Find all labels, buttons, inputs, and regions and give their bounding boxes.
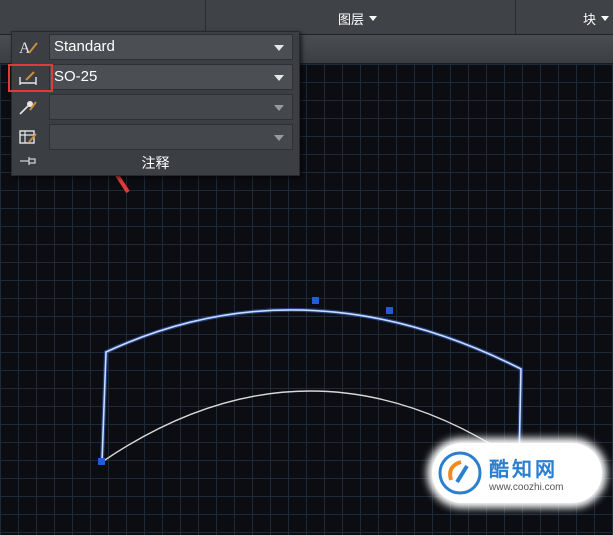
grip — [386, 307, 393, 314]
svg-text:A: A — [19, 40, 31, 56]
table-style-dropdown[interactable] — [49, 124, 293, 150]
watermark-name: 酷知网 — [489, 459, 558, 481]
dimension-style-value: SO-25 — [54, 68, 98, 85]
watermark: 酷知网 www.coozhi.com — [432, 443, 602, 503]
selected-polyline — [100, 307, 524, 463]
text-style-value: Standard — [54, 38, 115, 55]
grip — [98, 458, 105, 465]
chevron-down-icon — [274, 105, 284, 111]
multileader-style-dropdown[interactable] — [49, 94, 293, 120]
text-style-dropdown[interactable]: Standard — [49, 34, 293, 60]
chevron-down-icon — [274, 75, 284, 81]
panel-title[interactable]: 注释 — [12, 153, 299, 173]
watermark-logo-icon — [437, 450, 483, 496]
chevron-down-icon — [274, 45, 284, 51]
text-style-icon[interactable]: A — [16, 36, 40, 58]
grip — [312, 297, 319, 304]
multileader-style-icon[interactable] — [16, 96, 40, 118]
annotation-panel: A Standard SO-25 注释 — [11, 31, 300, 176]
highlight-box — [8, 64, 53, 92]
dimension-style-dropdown[interactable]: SO-25 — [49, 64, 293, 90]
table-style-icon[interactable] — [16, 126, 40, 148]
chevron-down-icon — [274, 135, 284, 141]
watermark-url: www.coozhi.com — [489, 482, 564, 493]
